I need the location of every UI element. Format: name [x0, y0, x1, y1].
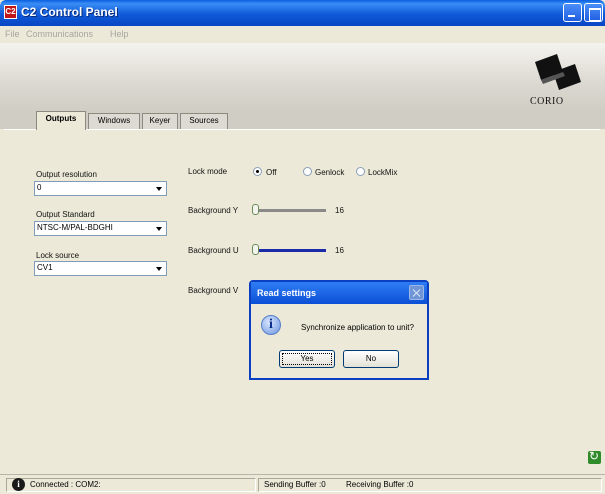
chevron-down-icon[interactable]	[153, 222, 166, 235]
lock-mode-lockmix-label: LockMix	[368, 168, 398, 177]
lock-source-select[interactable]: CV1	[34, 261, 167, 276]
background-v-label: Background V	[188, 286, 239, 295]
lock-mode-off-label: Off	[266, 168, 277, 177]
chevron-down-icon[interactable]	[153, 182, 166, 195]
lock-mode-lockmix-radio[interactable]	[356, 167, 365, 176]
lock-source-value: CV1	[37, 263, 53, 272]
dialog-title: Read settings	[257, 288, 317, 298]
refresh-icon[interactable]	[588, 449, 601, 464]
no-button[interactable]: No	[343, 350, 399, 368]
sending-buffer: Sending Buffer :0	[264, 480, 326, 489]
yes-button[interactable]: Yes	[279, 350, 335, 368]
output-standard-value: NTSC-M/PAL-BDGHI	[37, 223, 113, 232]
header-banner	[0, 43, 605, 115]
chevron-down-icon[interactable]	[153, 262, 166, 275]
menu-file[interactable]: File	[5, 29, 20, 39]
info-icon: i	[12, 478, 25, 491]
background-y-slider-track[interactable]	[254, 209, 326, 212]
output-standard-select[interactable]: NTSC-M/PAL-BDGHI	[34, 221, 167, 236]
read-settings-dialog: Read settings i Synchronize application …	[249, 280, 429, 380]
maximize-button[interactable]	[584, 3, 603, 22]
dialog-title-bar[interactable]: Read settings	[251, 282, 427, 304]
output-standard-label: Output Standard	[36, 210, 95, 219]
minimize-button[interactable]	[563, 3, 582, 22]
tab-keyer[interactable]: Keyer	[142, 113, 178, 129]
tab-outputs[interactable]: Outputs	[36, 111, 86, 130]
background-u-slider-handle[interactable]	[252, 244, 259, 255]
dialog-message: Synchronize application to unit?	[301, 323, 414, 332]
information-icon: i	[261, 315, 281, 335]
lock-mode-off-radio[interactable]	[253, 167, 262, 176]
background-y-slider-handle[interactable]	[252, 204, 259, 215]
background-y-value: 16	[335, 206, 344, 215]
menu-help[interactable]: Help	[110, 29, 129, 39]
status-bar: i Connected : COM2: Sending Buffer :0 Re…	[0, 474, 605, 494]
lock-mode-genlock-label: Genlock	[315, 168, 345, 177]
tab-sources[interactable]: Sources	[180, 113, 228, 129]
background-u-value: 16	[335, 246, 344, 255]
lock-source-label: Lock source	[36, 251, 80, 260]
background-u-slider-track[interactable]	[254, 249, 326, 252]
window-title: C2 Control Panel	[21, 5, 118, 19]
connection-status: Connected : COM2:	[30, 480, 101, 489]
lock-mode-label: Lock mode	[188, 167, 228, 176]
title-bar[interactable]: C2 C2 Control Panel	[0, 0, 605, 26]
menu-bar: File Communications Help	[0, 26, 605, 43]
output-resolution-value: 0	[37, 183, 42, 192]
menu-communications[interactable]: Communications	[26, 29, 93, 39]
lock-mode-genlock-radio[interactable]	[303, 167, 312, 176]
app-window: C2 C2 Control Panel File Communications …	[0, 0, 605, 494]
app-icon: C2	[4, 5, 17, 19]
brand-logo-text: CORIO	[530, 96, 564, 107]
dialog-close-button[interactable]	[409, 285, 424, 300]
background-u-label: Background U	[188, 246, 239, 255]
output-resolution-select[interactable]: 0	[34, 181, 167, 196]
receiving-buffer: Receiving Buffer :0	[346, 480, 414, 489]
background-y-label: Background Y	[188, 206, 239, 215]
tab-windows[interactable]: Windows	[88, 113, 140, 129]
output-resolution-label: Output resolution	[36, 170, 97, 179]
